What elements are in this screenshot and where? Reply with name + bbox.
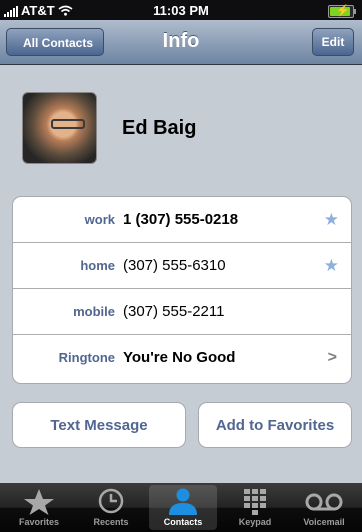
tab-label: Contacts: [163, 517, 203, 527]
ringtone-row[interactable]: Ringtone You're No Good >: [13, 335, 351, 381]
phone-label: home: [80, 258, 115, 273]
clock-icon: [98, 488, 124, 514]
text-message-button[interactable]: Text Message: [12, 402, 186, 448]
phone-row-work[interactable]: work 1 (307) 555-0218 ★: [13, 197, 351, 243]
tab-voicemail[interactable]: Voicemail: [290, 485, 358, 530]
phone-label: mobile: [73, 304, 115, 319]
tab-label: Voicemail: [303, 517, 345, 527]
tab-recents[interactable]: Recents: [77, 485, 145, 530]
favorite-star-icon: ★: [323, 210, 339, 229]
voicemail-icon: [305, 493, 343, 511]
tab-label: Recents: [93, 517, 129, 527]
tab-contacts[interactable]: Contacts: [149, 485, 217, 530]
phone-label: work: [84, 212, 115, 227]
person-icon: [169, 488, 197, 515]
star-icon: [24, 489, 54, 515]
phone-number: (307) 555-2211: [123, 303, 225, 320]
ringtone-label: Ringtone: [58, 350, 115, 365]
navigation-bar: All Contacts Info Edit: [0, 20, 362, 65]
tab-label: Keypad: [238, 517, 272, 527]
add-to-favorites-button[interactable]: Add to Favorites: [198, 402, 352, 448]
chevron-right-icon: >: [327, 349, 337, 366]
contact-name: Ed Baig: [122, 117, 197, 139]
contact-details-group: work 1 (307) 555-0218 ★ home (307) 555-6…: [12, 196, 352, 384]
status-bar: AT&T 11:03 PM ⚡: [0, 0, 362, 20]
phone-row-home[interactable]: home (307) 555-6310 ★: [13, 243, 351, 289]
battery-icon: ⚡: [328, 5, 356, 18]
tab-label: Favorites: [18, 517, 60, 527]
phone-row-mobile[interactable]: mobile (307) 555-2211: [13, 289, 351, 335]
tab-bar: Favorites Recents Contacts Keypad Voicem…: [0, 483, 362, 532]
favorite-star-icon: ★: [323, 256, 339, 275]
keypad-icon: [244, 489, 266, 515]
phone-number: 1 (307) 555-0218: [123, 211, 239, 228]
tab-favorites[interactable]: Favorites: [5, 485, 73, 530]
status-time: 11:03 PM: [153, 3, 209, 18]
tab-keypad[interactable]: Keypad: [221, 485, 289, 530]
page-title: Info: [162, 30, 200, 52]
ringtone-value: You're No Good: [123, 349, 236, 366]
phone-number: (307) 555-6310: [123, 257, 226, 274]
edit-button[interactable]: Edit: [312, 28, 354, 56]
photo-glasses-detail: [51, 119, 85, 129]
contact-photo[interactable]: [22, 92, 97, 164]
